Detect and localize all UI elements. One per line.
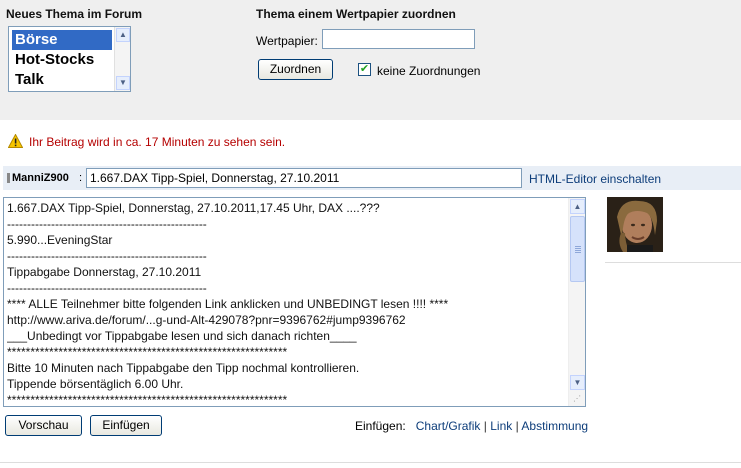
bottom-divider (0, 462, 741, 463)
post-body-line: ----------------------------------------… (7, 281, 207, 295)
avatar-divider (605, 262, 741, 263)
separator: | (483, 419, 487, 433)
forum-section: Neues Thema im Forum Börse Hot-Stocks Ta… (6, 7, 143, 92)
author-avatar (607, 197, 663, 252)
scroll-thumb[interactable] (570, 216, 585, 282)
separator: | (515, 419, 519, 433)
author-colon: : (79, 172, 83, 184)
assign-section: Thema einem Wertpapier zuordnen Wertpapi… (256, 7, 480, 80)
post-body-line: ----------------------------------------… (7, 249, 207, 263)
post-title-bar: ManniZ900 : 1.667.DAX Tipp-Spiel, Donner… (3, 166, 741, 190)
wertpapier-label: Wertpapier: (256, 34, 318, 48)
scroll-up-icon[interactable]: ▲ (116, 28, 130, 42)
author-name[interactable]: ManniZ900 (12, 172, 69, 184)
grip-line (575, 252, 581, 253)
forum-option-boerse[interactable]: Börse (12, 30, 112, 50)
keine-zuordnungen-checkbox[interactable]: ✔ (358, 63, 371, 76)
resize-grip-icon[interactable]: ⋰ (573, 394, 583, 404)
post-body-line: **** ALLE Teilnehmer bitte folgenden Lin… (7, 297, 449, 311)
post-body-line: ___Unbedingt vor Tippabgabe lesen und si… (7, 329, 357, 343)
post-body-line: Bitte 10 Minuten nach Tippabgabe den Tip… (7, 361, 360, 375)
insert-options: Einfügen: Chart/Grafik | Link | Abstimmu… (355, 419, 588, 433)
html-editor-toggle-link[interactable]: HTML-Editor einschalten (529, 172, 661, 186)
scroll-down-icon[interactable]: ▼ (116, 76, 130, 90)
post-body-scrollbar[interactable]: ▲ ▼ (568, 198, 585, 406)
insert-prefix: Einfügen: (355, 419, 406, 433)
top-panel: Neues Thema im Forum Börse Hot-Stocks Ta… (0, 0, 741, 120)
forum-list-scrollbar[interactable]: ▲ ▼ (114, 27, 130, 91)
grip-line (575, 250, 581, 251)
warning-text: Ihr Beitrag wird in ca. 17 Minuten zu se… (29, 135, 286, 149)
forum-listbox[interactable]: Börse Hot-Stocks Talk ▲ ▼ (8, 26, 131, 92)
author-marker-icon (7, 173, 10, 183)
post-body-line: 1.667.DAX Tipp-Spiel, Donnerstag, 27.10.… (7, 201, 380, 215)
zuordnen-button[interactable]: Zuordnen (258, 59, 333, 80)
insert-chart-link[interactable]: Chart/Grafik (416, 419, 481, 433)
forum-option-talk[interactable]: Talk (12, 70, 112, 90)
forum-options: Börse Hot-Stocks Talk (12, 30, 112, 90)
wertpapier-input[interactable] (322, 29, 475, 49)
post-body-line: 5.990...EveningStar (7, 233, 113, 247)
subject-input[interactable]: 1.667.DAX Tipp-Spiel, Donnerstag, 27.10.… (86, 168, 522, 188)
post-body-line: Tippabgabe Donnerstag, 27.10.2011 (7, 265, 202, 279)
keine-zuordnungen-label[interactable]: keine Zuordnungen (377, 64, 480, 78)
post-body-textarea[interactable]: 1.667.DAX Tipp-Spiel, Donnerstag, 27.10.… (3, 197, 586, 407)
scroll-up-icon[interactable]: ▲ (570, 199, 585, 214)
grip-line (575, 248, 581, 249)
forum-option-hot-stocks[interactable]: Hot-Stocks (12, 50, 112, 70)
insert-link-link[interactable]: Link (490, 419, 512, 433)
post-body-line: ****************************************… (7, 393, 288, 407)
post-body-line: Tippende börsentäglich 6.00 Uhr. (7, 377, 184, 391)
scroll-down-icon[interactable]: ▼ (570, 375, 585, 390)
post-body-line: ----------------------------------------… (7, 217, 207, 231)
insert-poll-link[interactable]: Abstimmung (521, 419, 588, 433)
forum-section-title: Neues Thema im Forum (6, 7, 143, 21)
insert-button[interactable]: Einfügen (90, 415, 162, 436)
assign-section-title: Thema einem Wertpapier zuordnen (256, 7, 456, 21)
warning-icon (8, 134, 23, 148)
post-body-line: http://www.ariva.de/forum/...g-und-Alt-4… (7, 313, 406, 327)
checkmark-icon: ✔ (359, 63, 370, 75)
post-body-line: ****************************************… (7, 345, 288, 359)
grip-line (575, 246, 581, 247)
preview-button[interactable]: Vorschau (5, 415, 82, 436)
post-body-text: 1.667.DAX Tipp-Spiel, Donnerstag, 27.10.… (7, 200, 567, 407)
